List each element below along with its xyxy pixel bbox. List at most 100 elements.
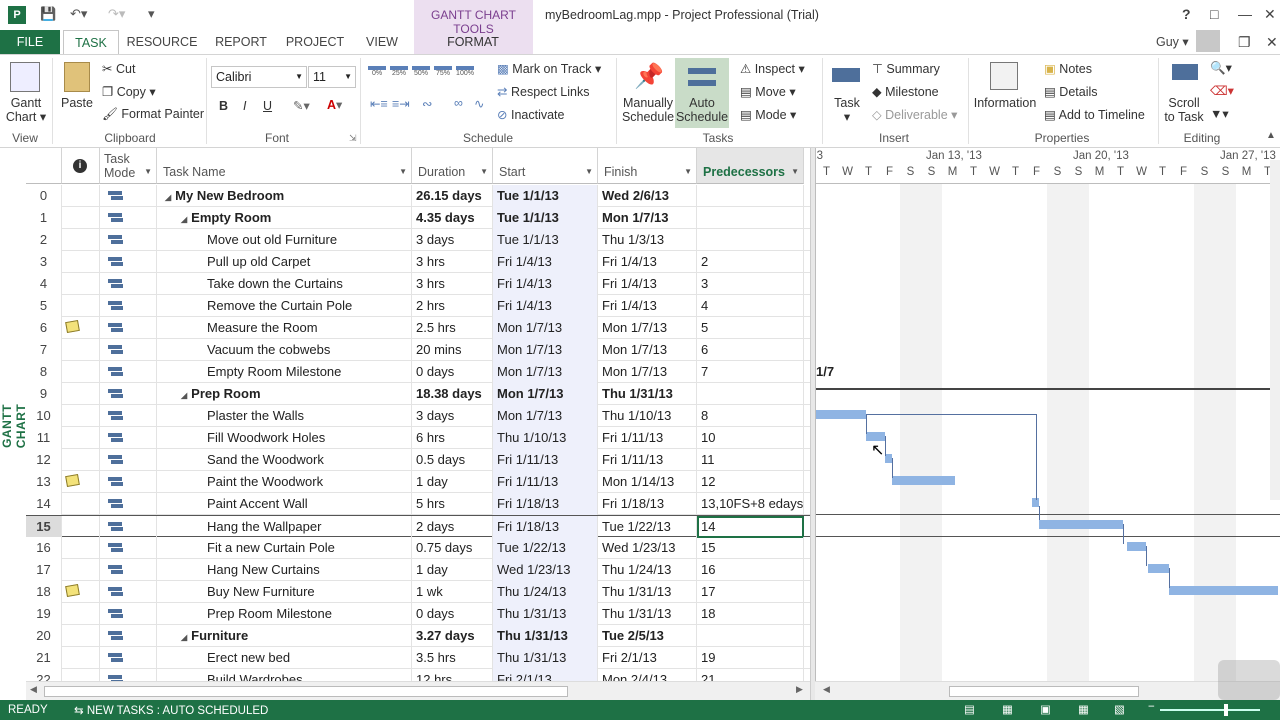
row-finish[interactable]: Thu 1/3/13: [598, 229, 697, 251]
row-duration[interactable]: 4.35 days: [412, 207, 493, 229]
chart-scroll-thumb[interactable]: [949, 686, 1139, 697]
save-icon[interactable]: 💾: [40, 6, 56, 22]
font-dialog-launcher-icon[interactable]: ⇲: [349, 133, 357, 144]
row-finish[interactable]: Thu 1/24/13: [598, 559, 697, 581]
note-icon[interactable]: [65, 583, 80, 598]
scroll-to-task-button[interactable]: Scroll to Task: [1160, 96, 1208, 124]
row-duration[interactable]: 26.15 days: [412, 185, 493, 207]
task-bar[interactable]: [1126, 542, 1146, 551]
row-finish[interactable]: Mon 1/7/13: [598, 317, 697, 339]
row-predecessors[interactable]: 12: [697, 471, 804, 493]
row-task-name[interactable]: Hang the Wallpaper: [157, 516, 412, 538]
row-task-name[interactable]: Fill Woodwork Holes: [157, 427, 412, 449]
row-start[interactable]: Fri 1/11/13: [493, 471, 598, 493]
header-start[interactable]: Start ▼: [493, 148, 598, 184]
header-finish[interactable]: Finish ▼: [598, 148, 697, 184]
redo-icon[interactable]: ↷▾: [108, 6, 125, 22]
view-report-icon[interactable]: ▧: [1114, 702, 1125, 716]
row-predecessors[interactable]: 10: [697, 427, 804, 449]
close-icon[interactable]: ✕: [1264, 6, 1276, 23]
add-to-timeline-button[interactable]: ▤ Add to Timeline: [1044, 107, 1145, 122]
table-row[interactable]: 17 Hang New Curtains 1 day Wed 1/23/13 Thu 1…: [26, 559, 810, 581]
chart-horizontal-scrollbar[interactable]: ◀: [815, 681, 1280, 700]
row-task-name[interactable]: Pull up old Carpet: [157, 251, 412, 273]
row-start[interactable]: Thu 1/24/13: [493, 581, 598, 603]
row-id[interactable]: 10: [26, 405, 62, 427]
header-select-all[interactable]: [26, 148, 62, 184]
view-gantt-icon[interactable]: ▤: [964, 702, 975, 716]
grid-scroll-thumb[interactable]: [44, 686, 568, 697]
row-predecessors[interactable]: 18: [697, 603, 804, 625]
collapse-icon[interactable]: ◢: [181, 633, 187, 642]
row-predecessors[interactable]: 14: [697, 516, 804, 538]
ribbon-close-icon[interactable]: ✕: [1266, 34, 1278, 51]
link-tasks-icon[interactable]: ∞: [454, 96, 463, 110]
minimize-icon[interactable]: —: [1238, 6, 1252, 22]
row-duration[interactable]: 3 days: [412, 229, 493, 251]
row-start[interactable]: Tue 1/1/13: [493, 229, 598, 251]
row-id[interactable]: 21: [26, 647, 62, 669]
manually-schedule-button[interactable]: Manually Schedule: [620, 96, 676, 124]
row-duration[interactable]: 0 days: [412, 603, 493, 625]
row-duration[interactable]: 6 hrs: [412, 427, 493, 449]
paste-button[interactable]: Paste: [56, 96, 98, 110]
insert-task-button[interactable]: Task ▾: [826, 96, 868, 124]
summary-bar[interactable]: [816, 388, 1280, 390]
vertical-scrollbar[interactable]: [1270, 160, 1280, 500]
split-bar[interactable]: [810, 148, 815, 700]
row-predecessors[interactable]: 15: [697, 537, 804, 559]
row-task-name[interactable]: ◢ Empty Room: [157, 207, 412, 229]
row-duration[interactable]: 1 day: [412, 559, 493, 581]
row-id[interactable]: 4: [26, 273, 62, 295]
information-button[interactable]: Information: [972, 96, 1038, 110]
row-task-name[interactable]: Move out old Furniture: [157, 229, 412, 251]
table-row[interactable]: 13 Paint the Woodwork 1 day Fri 1/11/13 Mon …: [26, 471, 810, 493]
row-task-name[interactable]: ◢ My New Bedroom: [157, 185, 412, 207]
row-task-name[interactable]: Vacuum the cobwebs: [157, 339, 412, 361]
row-duration[interactable]: 20 mins: [412, 339, 493, 361]
row-duration[interactable]: 0 days: [412, 361, 493, 383]
table-row[interactable]: 19 Prep Room Milestone 0 days Thu 1/31/13 Th…: [26, 603, 810, 625]
indent-icon[interactable]: ≡⇥: [392, 96, 410, 111]
notes-button[interactable]: ▣ Notes: [1044, 61, 1092, 76]
row-start[interactable]: Fri 1/18/13: [493, 493, 598, 515]
row-task-name[interactable]: Remove the Curtain Pole: [157, 295, 412, 317]
row-start[interactable]: Fri 1/4/13: [493, 251, 598, 273]
zoom-thumb[interactable]: [1224, 704, 1228, 716]
row-predecessors[interactable]: 11: [697, 449, 804, 471]
task-bar[interactable]: [1168, 586, 1278, 595]
row-id[interactable]: 2: [26, 229, 62, 251]
gantt-chart-button[interactable]: Gantt Chart ▾: [4, 96, 48, 124]
row-task-name[interactable]: Paint Accent Wall: [157, 493, 412, 515]
collapse-icon[interactable]: ◢: [181, 391, 187, 400]
format-painter-button[interactable]: 🖌 Format Painter: [102, 107, 204, 122]
row-finish[interactable]: Fri 1/4/13: [598, 295, 697, 317]
tab-task[interactable]: TASK: [63, 30, 119, 54]
tab-file[interactable]: FILE: [0, 30, 60, 54]
row-start[interactable]: Tue 1/1/13: [493, 185, 598, 207]
bold-button[interactable]: B: [219, 99, 228, 113]
font-family-select[interactable]: Calibri ▼: [211, 66, 307, 88]
row-predecessors[interactable]: 19: [697, 647, 804, 669]
header-task-mode[interactable]: Task Mode ▼: [100, 148, 157, 184]
row-finish[interactable]: Fri 1/11/13: [598, 427, 697, 449]
ribbon-display-options-icon[interactable]: □: [1210, 6, 1218, 22]
row-task-name[interactable]: Hang New Curtains: [157, 559, 412, 581]
row-predecessors[interactable]: 3: [697, 273, 804, 295]
zoom-out-icon[interactable]: −: [1148, 701, 1155, 713]
table-row[interactable]: 0 ◢ My New Bedroom 26.15 days Tue 1/1/13 Wed …: [26, 185, 810, 207]
row-task-name[interactable]: Fit a new Curtain Pole: [157, 537, 412, 559]
row-id[interactable]: 1: [26, 207, 62, 229]
row-predecessors[interactable]: [697, 229, 804, 251]
row-id[interactable]: 7: [26, 339, 62, 361]
row-start[interactable]: Fri 2/1/13: [493, 669, 598, 681]
row-finish[interactable]: Tue 2/5/13: [598, 625, 697, 647]
row-id[interactable]: 6: [26, 317, 62, 339]
view-task-usage-icon[interactable]: ▦: [1002, 702, 1013, 716]
row-id[interactable]: 14: [26, 493, 62, 515]
row-predecessors[interactable]: 8: [697, 405, 804, 427]
row-duration[interactable]: 3 days: [412, 405, 493, 427]
table-row[interactable]: 16 Fit a new Curtain Pole 0.75 days Tue 1/2…: [26, 537, 810, 559]
task-bar[interactable]: [891, 476, 955, 485]
row-finish[interactable]: Thu 1/31/13: [598, 603, 697, 625]
